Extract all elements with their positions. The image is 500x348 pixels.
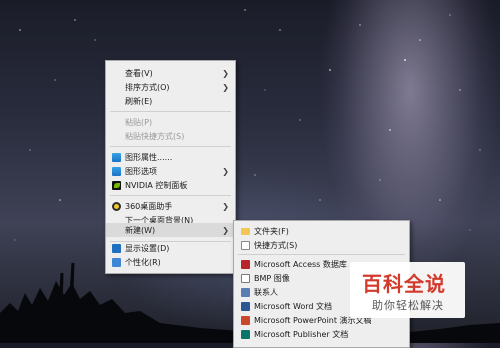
menu-item-label: 刷新(E) <box>125 96 153 106</box>
menu-item-new[interactable]: 新建(W) ❯ <box>106 223 235 237</box>
desktop-context-menu: 查看(V) ❯ 排序方式(O) ❯ 刷新(E) 粘贴(P) 粘贴快捷方式(S) … <box>105 60 236 274</box>
access-icon <box>241 259 250 269</box>
intel-graphics-icon <box>112 166 121 176</box>
folder-icon <box>241 227 250 235</box>
display-icon <box>112 243 121 253</box>
menu-item-nvidia-control-panel[interactable]: NVIDIA 控制面板 <box>106 178 235 192</box>
menu-item-display-settings[interactable]: 显示设置(D) <box>106 241 235 255</box>
submenu-item-label: Microsoft Publisher 文档 <box>254 329 349 339</box>
baike-watermark: 百科全说 助你轻松解决 <box>350 262 465 318</box>
word-icon <box>241 301 250 311</box>
menu-item-label: 图形属性...... <box>125 152 173 162</box>
menu-item-label: 个性化(R) <box>125 257 161 267</box>
menu-item-paste: 粘贴(P) <box>106 115 235 129</box>
publisher-icon <box>241 329 250 339</box>
menu-item-personalize[interactable]: 个性化(R) <box>106 255 235 269</box>
menu-item-360-desktop[interactable]: 360桌面助手 ❯ <box>106 199 235 213</box>
menu-item-label: 360桌面助手 <box>125 201 173 211</box>
submenu-item-publisher[interactable]: Microsoft Publisher 文档 <box>234 327 409 341</box>
menu-separator <box>110 146 231 147</box>
watermark-subtitle: 助你轻松解决 <box>372 299 444 312</box>
chevron-right-icon: ❯ <box>222 166 229 176</box>
submenu-item-label: Microsoft Word 文档 <box>254 301 333 311</box>
menu-item-view[interactable]: 查看(V) ❯ <box>106 66 235 80</box>
menu-item-label: 粘贴快捷方式(S) <box>125 131 185 141</box>
menu-separator <box>238 254 405 255</box>
menu-separator <box>110 111 231 112</box>
chevron-right-icon: ❯ <box>222 82 229 92</box>
360-icon <box>112 201 121 211</box>
intel-graphics-icon <box>112 152 121 162</box>
chevron-right-icon: ❯ <box>222 68 229 78</box>
shortcut-icon <box>241 240 250 250</box>
submenu-item-label: 文件夹(F) <box>254 226 289 236</box>
submenu-item-folder[interactable]: 文件夹(F) <box>234 224 409 238</box>
powerpoint-icon <box>241 315 250 325</box>
submenu-item-label: Microsoft Access 数据库 <box>254 259 347 269</box>
menu-separator <box>110 195 231 196</box>
menu-item-sort-by[interactable]: 排序方式(O) ❯ <box>106 80 235 94</box>
contact-icon <box>241 287 250 297</box>
menu-item-paste-shortcut: 粘贴快捷方式(S) <box>106 129 235 143</box>
submenu-item-label: BMP 图像 <box>254 273 290 283</box>
watermark-title: 百科全说 <box>362 272 446 296</box>
menu-item-graphics-options[interactable]: 图形选项 ❯ <box>106 164 235 178</box>
bmp-icon <box>241 273 250 283</box>
menu-item-label: 粘贴(P) <box>125 117 153 127</box>
submenu-item-label: 快捷方式(S) <box>254 240 298 250</box>
menu-item-label: 新建(W) <box>125 225 156 235</box>
menu-item-refresh[interactable]: 刷新(E) <box>106 94 235 108</box>
nvidia-icon <box>112 180 121 190</box>
menu-item-label: 查看(V) <box>125 68 153 78</box>
menu-item-label: NVIDIA 控制面板 <box>125 180 188 190</box>
chevron-right-icon: ❯ <box>222 201 229 211</box>
menu-item-label: 图形选项 <box>125 166 157 176</box>
submenu-item-label: 联系人 <box>254 287 278 297</box>
menu-item-label: 显示设置(D) <box>125 243 170 253</box>
submenu-item-shortcut[interactable]: 快捷方式(S) <box>234 238 409 252</box>
menu-item-label: 排序方式(O) <box>125 82 170 92</box>
chevron-right-icon: ❯ <box>222 225 229 235</box>
personalize-icon <box>112 257 121 267</box>
menu-item-graphics-properties[interactable]: 图形属性...... <box>106 150 235 164</box>
